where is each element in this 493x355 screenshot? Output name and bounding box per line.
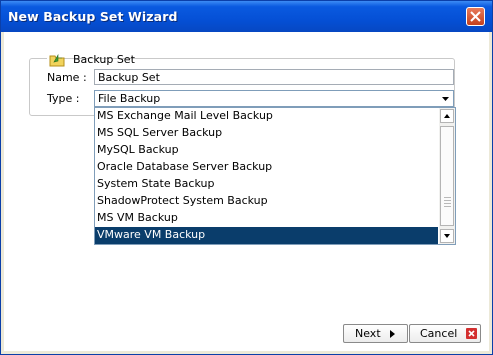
next-button[interactable]: Next — [343, 324, 408, 343]
close-icon — [470, 11, 481, 22]
type-select-value: File Backup — [98, 92, 161, 105]
dropdown-item[interactable]: Oracle Database Server Backup — [95, 159, 438, 176]
name-field-value: Backup Set — [98, 71, 160, 84]
cancel-button[interactable]: Cancel — [409, 324, 481, 343]
grip-line — [444, 206, 451, 207]
cancel-button-label: Cancel — [420, 327, 458, 340]
dropdown-item[interactable]: MS SQL Server Backup — [95, 125, 438, 142]
group-legend-label: Backup Set — [73, 53, 135, 66]
type-dropdown-button[interactable] — [438, 91, 453, 106]
grip-line — [444, 197, 451, 198]
next-button-label: Next — [355, 327, 381, 340]
wizard-content: Backup Set Name : Backup Set Type : File… — [4, 32, 489, 351]
name-field[interactable]: Backup Set — [94, 69, 454, 85]
scroll-up-button[interactable] — [440, 109, 454, 123]
dropdown-item-selected[interactable]: VMware VM Backup — [95, 227, 438, 244]
title-bar[interactable]: New Backup Set Wizard — [1, 1, 492, 32]
chevron-down-icon — [442, 97, 449, 101]
close-button[interactable] — [466, 7, 485, 26]
chevron-up-icon — [444, 114, 450, 118]
window-title: New Backup Set Wizard — [8, 9, 178, 24]
arrow-right-icon — [390, 330, 395, 338]
cancel-icon — [466, 328, 477, 339]
dropdown-item[interactable]: ShadowProtect System Backup — [95, 193, 438, 210]
dropdown-item[interactable]: MS VM Backup — [95, 210, 438, 227]
wizard-window: New Backup Set Wizard Backup Set Name : … — [0, 0, 493, 355]
name-label: Name : — [47, 71, 87, 84]
folder-arrow-icon — [49, 53, 65, 67]
type-label: Type : — [47, 92, 80, 105]
type-select[interactable]: File Backup — [94, 90, 454, 107]
dropdown-item[interactable]: System State Backup — [95, 176, 438, 193]
dropdown-item[interactable]: MySQL Backup — [95, 142, 438, 159]
grip-line — [444, 203, 451, 204]
dropdown-item[interactable]: MS Exchange Mail Level Backup — [95, 108, 438, 125]
scroll-down-button[interactable] — [440, 229, 454, 243]
chevron-down-icon — [444, 234, 450, 238]
type-dropdown-list[interactable]: MS Exchange Mail Level Backup MS SQL Ser… — [94, 107, 456, 245]
dropdown-scrollbar[interactable] — [439, 108, 455, 244]
grip-line — [444, 200, 451, 201]
scroll-thumb[interactable] — [440, 126, 454, 226]
group-legend: Backup Set — [47, 52, 135, 67]
